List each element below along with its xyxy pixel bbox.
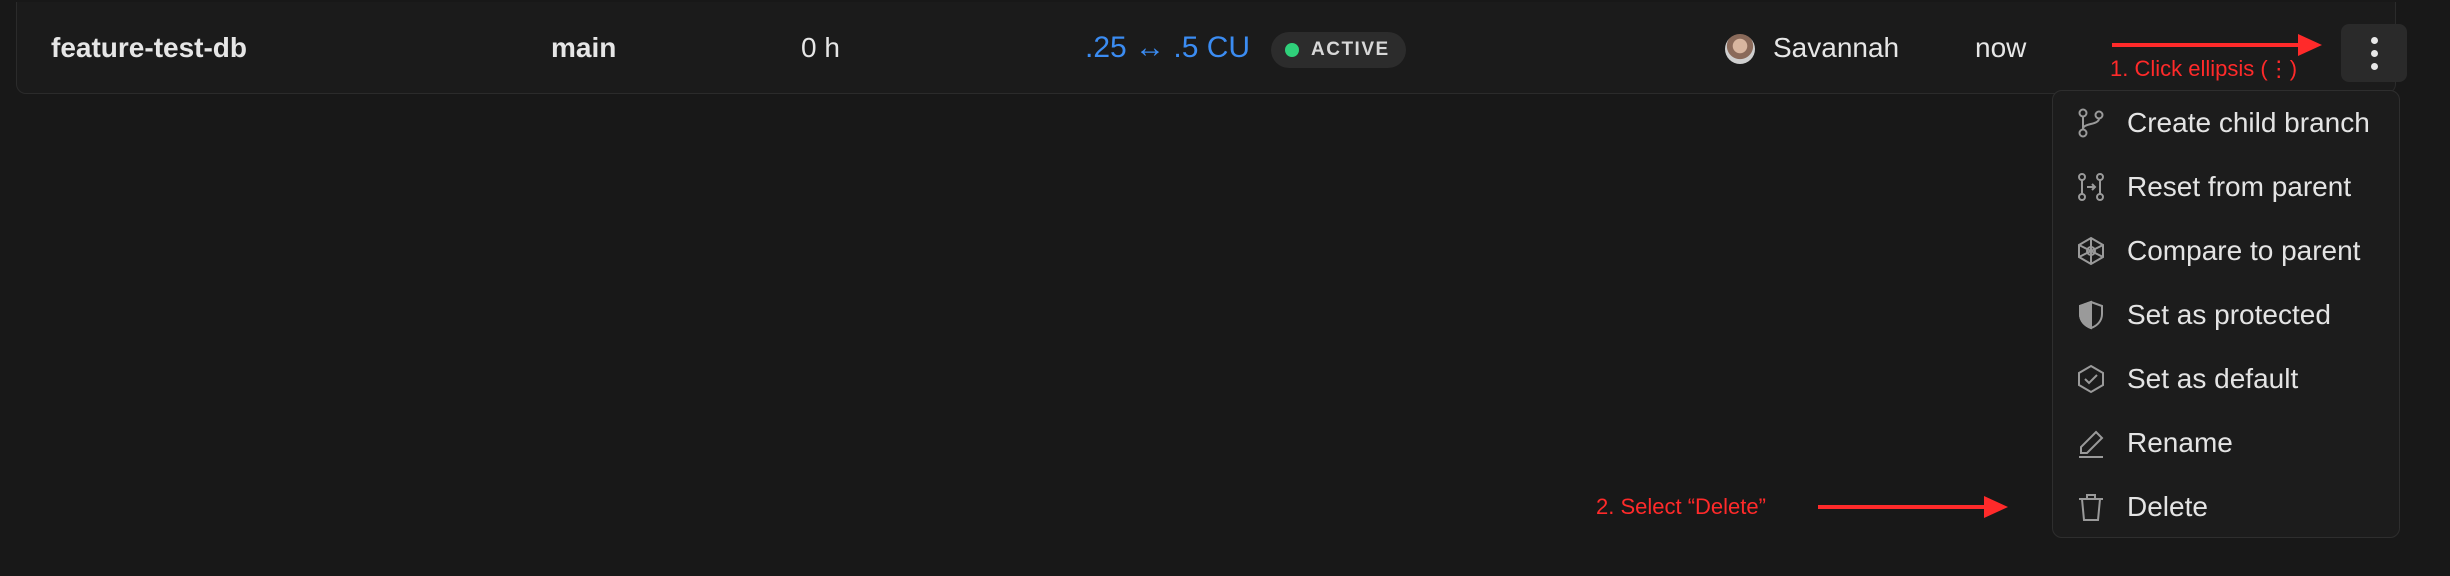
avatar [1725, 34, 1755, 64]
annotation-arrow-2 [1818, 496, 2008, 518]
menu-item-rename[interactable]: Rename [2053, 411, 2399, 475]
menu-item-create-child-branch[interactable]: Create child branch [2053, 91, 2399, 155]
menu-item-label: Set as default [2127, 363, 2299, 394]
annotation-step-1: 1. Click ellipsis (⋮) [2110, 56, 2298, 81]
branch-name[interactable]: feature-test-db [51, 2, 247, 94]
menu-item-set-as-default[interactable]: Set as default [2053, 347, 2399, 411]
menu-item-set-as-protected[interactable]: Set as protected [2053, 283, 2399, 347]
pencil-icon [2079, 430, 2104, 458]
shield-icon [2079, 300, 2103, 330]
ellipsis-dot [2370, 62, 2378, 70]
annotation-step-2: 2. Select “Delete” [1596, 494, 1766, 519]
user-name: Savannah [1773, 32, 1900, 63]
hours-value: 0 h [801, 32, 840, 63]
menu-item-compare-to-parent[interactable]: Compare to parent [2053, 219, 2399, 283]
ellipsis-menu-button[interactable] [2341, 24, 2407, 82]
status-badge: ACTIVE [1271, 32, 1406, 68]
status-label: ACTIVE [1311, 39, 1390, 60]
menu-item-label: Delete [2127, 491, 2208, 522]
menu-item-label: Rename [2127, 427, 2233, 458]
branch-actions-menu: Create child branch Reset from parent Co… [2052, 90, 2400, 538]
menu-item-label: Set as protected [2127, 299, 2331, 330]
menu-item-label: Create child branch [2127, 107, 2370, 138]
reset-icon [2078, 173, 2104, 201]
menu-item-label: Reset from parent [2127, 171, 2352, 202]
menu-item-label: Compare to parent [2127, 235, 2361, 266]
last-active: now [1975, 32, 2027, 63]
menu-item-reset-from-parent[interactable]: Reset from parent [2053, 155, 2399, 219]
branch-icon [2078, 108, 2104, 138]
check-badge-icon [2078, 364, 2104, 394]
parent-branch: main [551, 32, 617, 63]
menu-item-delete[interactable]: Delete [2053, 475, 2399, 539]
trash-icon [2079, 494, 2103, 521]
status-dot-icon [1285, 43, 1299, 57]
compare-icon [2078, 236, 2104, 266]
ellipsis-dot [2370, 49, 2378, 57]
branch-row[interactable]: feature-test-db main 0 h .25 ↔ .5 CU ACT… [16, 2, 2407, 94]
compute-size: .25 ↔ .5 CU [1085, 31, 1251, 64]
ellipsis-icon [2370, 36, 2378, 44]
